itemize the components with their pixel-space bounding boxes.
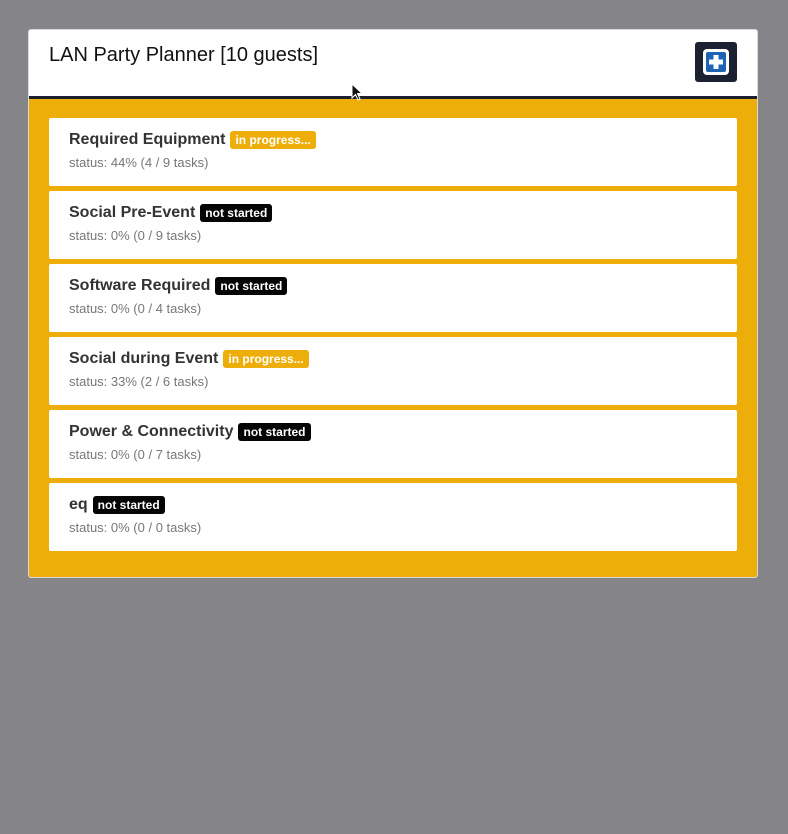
item-title: Social during Event xyxy=(69,350,219,367)
plus-square-icon xyxy=(703,49,729,75)
item-status: status: 0% (0 / 9 tasks) xyxy=(69,228,202,243)
status-badge: not started xyxy=(92,496,165,514)
list-item[interactable]: Social during Event in progress... statu… xyxy=(49,337,737,405)
item-status: status: 0% (0 / 7 tasks) xyxy=(69,447,202,462)
item-title: Software Required xyxy=(69,277,211,294)
status-badge: in progress... xyxy=(230,131,316,149)
status-badge: in progress... xyxy=(223,350,309,368)
planner-card: LAN Party Planner [10 guests] Required E… xyxy=(28,29,758,578)
card-header: LAN Party Planner [10 guests] xyxy=(29,30,757,99)
status-badge: not started xyxy=(215,277,288,295)
list-item[interactable]: Software Required not started status: 0%… xyxy=(49,264,737,332)
category-list: Required Equipment in progress... status… xyxy=(49,118,737,556)
item-title: Required Equipment xyxy=(69,131,226,148)
add-category-button[interactable] xyxy=(695,42,737,82)
item-status: status: 33% (2 / 6 tasks) xyxy=(69,374,209,389)
list-item[interactable]: Social Pre-Event not started status: 0% … xyxy=(49,191,737,259)
item-status: status: 0% (0 / 0 tasks) xyxy=(69,520,202,535)
status-badge: not started xyxy=(238,423,311,441)
item-title: eq xyxy=(69,496,88,513)
list-item[interactable]: eq not started status: 0% (0 / 0 tasks) xyxy=(49,483,737,551)
page-title: LAN Party Planner [10 guests] xyxy=(49,44,319,66)
list-item[interactable]: Power & Connectivity not started status:… xyxy=(49,410,737,478)
status-badge: not started xyxy=(200,204,273,222)
item-title: Power & Connectivity xyxy=(69,423,234,440)
item-status: status: 0% (0 / 4 tasks) xyxy=(69,301,202,316)
item-status: status: 44% (4 / 9 tasks) xyxy=(69,155,209,170)
item-title: Social Pre-Event xyxy=(69,204,196,221)
list-item[interactable]: Required Equipment in progress... status… xyxy=(49,118,737,186)
